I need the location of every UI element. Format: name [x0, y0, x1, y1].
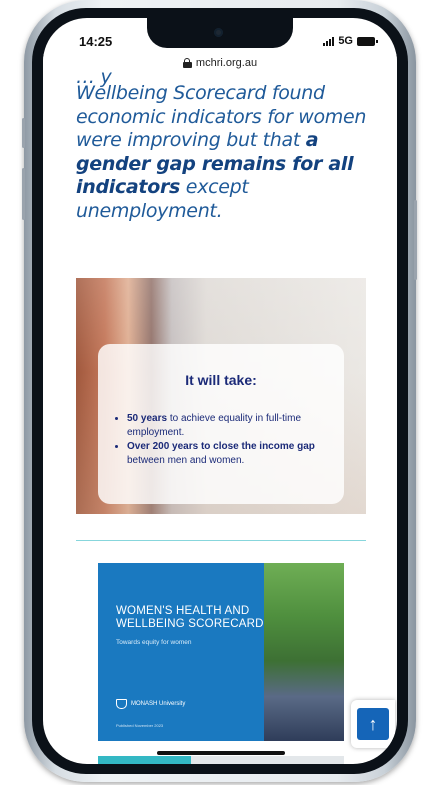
section-divider	[76, 540, 366, 541]
status-indicators: 5G	[323, 35, 378, 47]
url-text[interactable]: mchri.org.au	[196, 57, 257, 69]
intro-text: Wellbeing Scorecard found economic indic…	[76, 82, 367, 151]
camera-icon	[214, 28, 223, 37]
lock-icon	[182, 58, 192, 68]
status-time: 14:25	[79, 34, 113, 49]
home-indicator[interactable]	[157, 751, 285, 755]
intro-paragraph: … y Wellbeing Scorecard found economic i…	[76, 66, 376, 223]
monash-logo-text: MONASH University	[131, 700, 186, 707]
hands-photo	[264, 563, 344, 741]
phone-side-button	[414, 200, 417, 280]
phone-side-button	[22, 168, 25, 220]
monash-logo: MONASH University	[116, 699, 185, 709]
reading-progress-bar	[98, 756, 344, 764]
phone-screen: 14:25 5G mchri.org.au … y Wellbeing Scor…	[43, 18, 397, 764]
network-label: 5G	[338, 35, 353, 47]
url-bar[interactable]: mchri.org.au	[43, 54, 397, 72]
signal-icon	[323, 36, 335, 46]
notch	[147, 18, 293, 48]
list-item: Over 200 years to close the income gap b…	[127, 440, 349, 468]
report-title: WOMEN'S HEALTH AND WELLBEING SCORECARD	[116, 605, 264, 630]
report-cover-image[interactable]: WOMEN'S HEALTH AND WELLBEING SCORECARD T…	[98, 563, 344, 741]
arrow-up-icon[interactable]: ↑	[357, 708, 389, 740]
phone-side-button	[22, 118, 25, 148]
reading-progress-fill	[98, 756, 192, 764]
scroll-to-top-button[interactable]: ↑	[351, 700, 395, 748]
stats-title: It will take:	[185, 372, 257, 388]
hero-image: It will take: 50 years to achieve equali…	[76, 278, 366, 514]
stat-bold: Over 200 years to close the income gap	[127, 441, 315, 452]
stats-list: 50 years to achieve equality in full-tim…	[116, 412, 349, 468]
stats-card: It will take: 50 years to achieve equali…	[98, 344, 344, 504]
report-subtitle: Towards equity for women	[116, 639, 192, 646]
stat-text: between men and women.	[127, 455, 245, 466]
report-footer: Published November 2023	[116, 723, 164, 728]
battery-icon	[357, 36, 378, 46]
list-item: 50 years to achieve equality in full-tim…	[127, 412, 349, 440]
report-text-block: WOMEN'S HEALTH AND WELLBEING SCORECARD T…	[116, 605, 266, 646]
shield-icon	[116, 699, 127, 709]
stat-bold: 50 years	[127, 413, 168, 424]
